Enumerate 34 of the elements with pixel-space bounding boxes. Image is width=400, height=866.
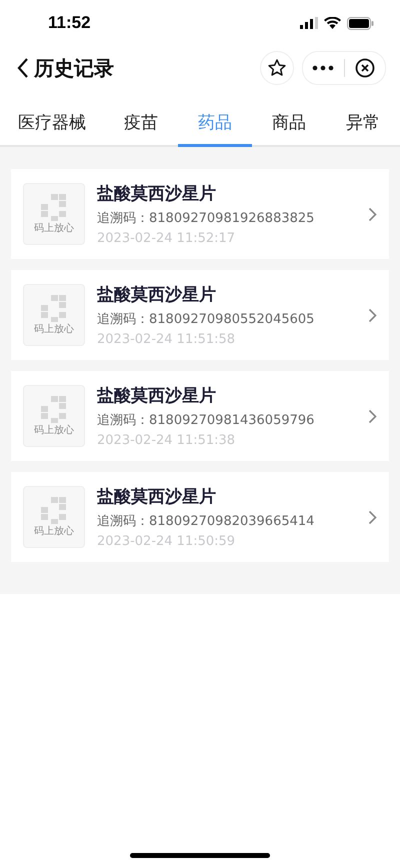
favorite-button[interactable]	[260, 51, 294, 85]
product-name: 盐酸莫西沙星片	[97, 183, 217, 205]
page-title: 历史记录	[34, 54, 115, 82]
wifi-icon	[324, 17, 341, 29]
chevron-icon	[368, 206, 377, 222]
logo-icon	[39, 497, 69, 525]
chevron-icon	[368, 408, 377, 424]
thumbnail-caption: 码上放心	[34, 426, 74, 436]
logo-icon	[39, 396, 69, 424]
trace-code: 追溯码：81809270981926883825	[97, 210, 316, 227]
thumbnail-caption: 码上放心	[34, 224, 74, 234]
category-tab[interactable]: 疫苗	[104, 100, 178, 147]
product-name: 盐酸莫西沙星片	[97, 284, 217, 306]
category-tab[interactable]: 商品	[252, 100, 326, 147]
category-tab[interactable]: 异常	[326, 100, 400, 147]
signal-icon	[300, 17, 318, 29]
close-icon[interactable]	[354, 58, 375, 78]
back-icon[interactable]	[16, 57, 30, 79]
trace-code: 追溯码：81809270982039665414	[97, 513, 316, 530]
logo-icon	[39, 295, 69, 323]
more-icon[interactable]	[312, 65, 334, 71]
trace-code: 追溯码：81809270980552045605	[97, 311, 316, 328]
star-icon	[267, 58, 287, 78]
logo-icon	[39, 194, 69, 222]
thumbnail-caption: 码上放心	[34, 527, 74, 537]
category-tab[interactable]: 医疗器械	[0, 100, 104, 147]
chevron-icon	[368, 308, 377, 322]
chevron-icon	[368, 510, 377, 524]
trace-code: 追溯码：81809270981436059796	[97, 412, 316, 429]
thumbnail-caption: 码上放心	[34, 325, 74, 335]
product-name: 盐酸莫西沙星片	[97, 385, 217, 407]
battery-icon	[347, 16, 374, 30]
status-time: 11:52	[48, 13, 91, 33]
product-name: 盐酸莫西沙星片	[97, 486, 217, 508]
